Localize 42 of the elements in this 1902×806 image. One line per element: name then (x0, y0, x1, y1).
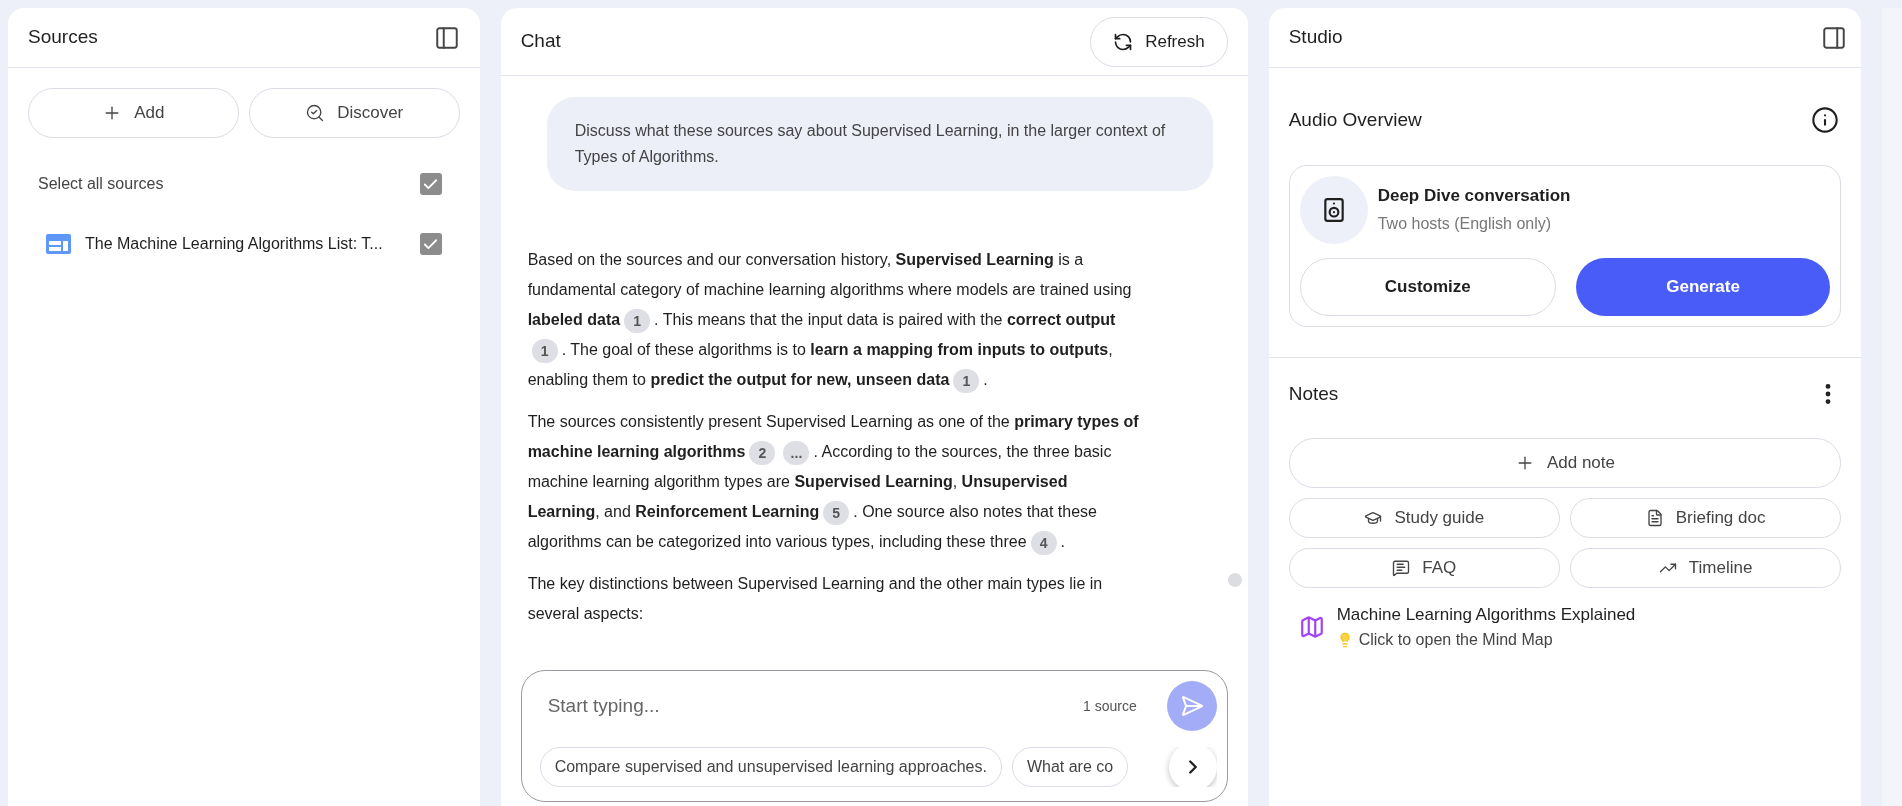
info-icon[interactable] (1811, 106, 1840, 135)
citation-chip[interactable]: ... (783, 440, 810, 465)
chat-input-box[interactable]: Start typing... 1 source Compare supervised and unsupervised learning approaches. What are co (520, 670, 1228, 802)
refresh-icon (1113, 31, 1134, 52)
response-paragraph: Based on the sources and our conversation history, Supervised Learning is a fundamental category of machine learning algorithms where models are trained using labeled data 1 . This means that the input data is paired with the correct output 1 . The goal of these algorithms is to learn a mapping from inputs to outputs, enabling them to predict the output for new, unseen data 1 . (527, 245, 1140, 395)
panel-title: Chat (520, 29, 561, 54)
citation-chip[interactable]: 1 (531, 338, 558, 363)
select-all-label: Select all sources (38, 174, 164, 194)
panel-title: Sources (28, 25, 98, 50)
checkbox[interactable] (419, 173, 442, 195)
note-subtitle: Click to open the Mind Map (1358, 629, 1553, 650)
sidebar-toggle-icon[interactable] (433, 24, 460, 51)
document-source-icon (46, 234, 71, 254)
source-title[interactable]: The Machine Learning Algorithms List: T... (85, 232, 383, 256)
panel-title: Studio (1288, 25, 1343, 50)
send-icon (1179, 694, 1204, 718)
citation-chip[interactable]: 2 (749, 440, 776, 465)
note-item[interactable]: Machine Learning Algorithms Explained Click to open the Mind Map (1288, 602, 1842, 652)
document-icon (1645, 509, 1664, 527)
checkbox[interactable] (419, 233, 442, 255)
note-title: Machine Learning Algorithms Explained (1336, 604, 1636, 626)
source-count: 1 source (1083, 696, 1137, 716)
graduation-cap-icon (1364, 509, 1383, 527)
scrollbar-thumb[interactable] (1227, 573, 1242, 587)
section-title: Audio Overview (1288, 108, 1422, 132)
citation-chip[interactable]: 4 (1030, 530, 1057, 555)
send-button[interactable] (1166, 681, 1217, 731)
card-subtitle: Two hosts (English only) (1377, 214, 1553, 235)
sidebar-toggle-icon[interactable] (1821, 24, 1848, 51)
response-paragraph: The sources consistently present Supervised Learning as one of the primary types of machine learning algorithms 2 ... . According to the sources, the three basic machine learning algorithm types are Supervised Learning, Unsupervised Learning, and Reinforcement Learning 5 . One source also notes that these algorithms can be categorized into various types, including these three 4 . (527, 407, 1140, 557)
user-message: Discuss what these sources say about Supervised Learning, in the larger context of Types of Algorithms. (546, 97, 1213, 191)
section-title: Notes (1288, 381, 1339, 406)
card-title: Deep Dive conversation (1377, 184, 1571, 207)
response-paragraph: The key distinctions between Supervised Learning and the other main types lie in several aspects: (527, 574, 1104, 624)
citation-chip[interactable]: 1 (624, 308, 651, 333)
citation-chip[interactable]: 5 (823, 500, 850, 525)
refresh-button[interactable]: Refresh (1090, 16, 1228, 67)
add-button[interactable]: Add (28, 88, 239, 138)
map-icon (1298, 613, 1325, 640)
generate-button[interactable]: Generate (1575, 257, 1831, 316)
chat-lines-icon (1392, 559, 1411, 577)
citation-chip[interactable]: 1 (953, 368, 980, 393)
